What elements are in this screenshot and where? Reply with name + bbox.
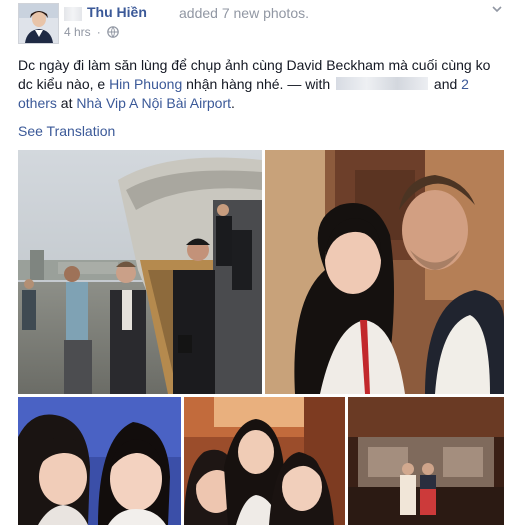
location-link[interactable]: Nhà Vip A Nội Bài Airport: [76, 95, 231, 111]
post-text: Dc ngày đi làm săn lùng để chụp ảnh cùng…: [18, 56, 508, 113]
author-name[interactable]: Thu Hiền: [87, 4, 147, 20]
photo-friends-selfie-1[interactable]: [18, 397, 181, 525]
globe-icon[interactable]: [106, 26, 119, 38]
post-text-at: at: [56, 95, 77, 111]
blurred-name-fragment: [64, 7, 82, 21]
photo-vip-lounge[interactable]: [348, 397, 504, 525]
chevron-down-icon[interactable]: [490, 2, 504, 16]
author-avatar[interactable]: [18, 3, 59, 44]
post-meta: 4 hrs ·: [64, 25, 119, 39]
post-text-period: .: [231, 95, 235, 111]
mention-link[interactable]: Hin Phuong: [109, 76, 182, 92]
photo-friends-selfie-2[interactable]: [184, 397, 345, 525]
see-translation-link[interactable]: See Translation: [18, 123, 115, 139]
photo-airport-arrival[interactable]: [18, 150, 262, 394]
post-timestamp[interactable]: 4 hrs: [64, 25, 91, 39]
post-text-and: and: [430, 76, 462, 92]
post-action: added 7 new photos.: [179, 5, 309, 21]
post-text-with: nhận hàng nhé. — with: [182, 76, 335, 92]
photo-selfie-with-beckham[interactable]: [265, 150, 504, 394]
blurred-tagged-name: [336, 77, 429, 90]
